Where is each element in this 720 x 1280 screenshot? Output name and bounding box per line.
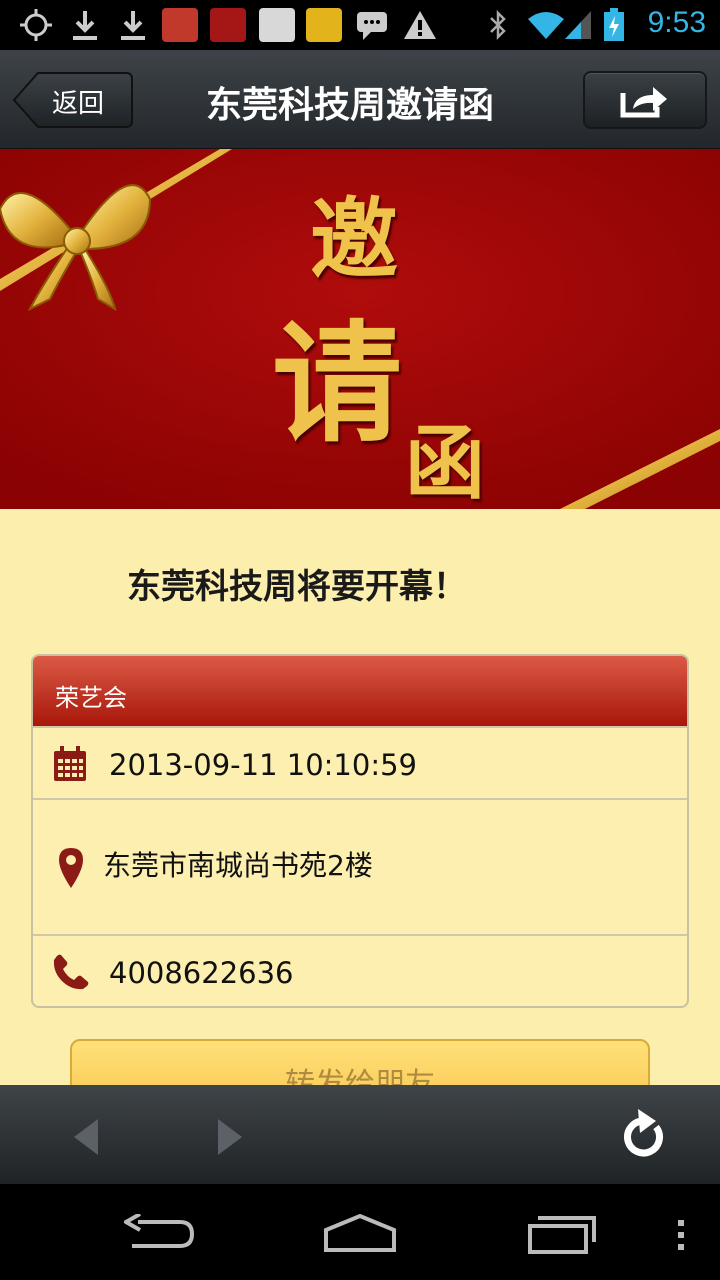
app-notification-icon bbox=[306, 8, 342, 42]
app-notification-icon bbox=[210, 8, 246, 42]
headline: 东莞科技周将要开幕！ bbox=[127, 567, 467, 607]
warning-icon bbox=[402, 9, 438, 41]
clock: 9:53 bbox=[647, 6, 706, 39]
organizer-header: 荣艺会 bbox=[33, 656, 687, 726]
banner-char-1: 邀 bbox=[310, 187, 399, 291]
phone-icon bbox=[53, 954, 89, 994]
back-label: 返回 bbox=[52, 89, 105, 119]
back-arrow-icon[interactable] bbox=[70, 1117, 102, 1161]
forward-to-friend-button[interactable]: 转发给朋友 bbox=[70, 1039, 650, 1085]
battery-icon bbox=[602, 8, 626, 41]
download-icon bbox=[118, 9, 148, 41]
wifi-icon bbox=[526, 9, 566, 41]
event-datetime: 2013-09-11 10:10:59 bbox=[109, 748, 417, 782]
app-notification-icon bbox=[162, 8, 198, 42]
address-row: 东莞市南城尚书苑2楼 bbox=[33, 798, 687, 934]
title-bar: 返回 东莞科技周邀请函 bbox=[0, 50, 720, 149]
status-bar: 9:53 bbox=[0, 0, 720, 50]
nav-recents-icon[interactable] bbox=[526, 1214, 598, 1258]
invitation-banner: 邀 请 函 bbox=[0, 149, 720, 509]
datetime-row: 2013-09-11 10:10:59 bbox=[33, 726, 687, 798]
share-button[interactable] bbox=[583, 71, 707, 129]
forward-label: 转发给朋友 bbox=[285, 1067, 435, 1085]
event-phone: 4008622636 bbox=[109, 956, 294, 990]
nav-home-icon[interactable] bbox=[322, 1213, 398, 1258]
download-icon bbox=[70, 9, 100, 41]
calendar-icon bbox=[53, 746, 87, 786]
system-nav-bar bbox=[0, 1184, 720, 1280]
page-title: 东莞科技周邀请函 bbox=[205, 85, 494, 126]
forward-arrow-icon[interactable] bbox=[214, 1117, 246, 1161]
chat-icon bbox=[354, 9, 390, 41]
banner-char-2: 请 bbox=[272, 307, 403, 460]
event-card: 荣艺会 2013-09-11 10:10:59 东莞市南城尚书苑2楼 40086… bbox=[31, 654, 689, 1008]
gps-icon bbox=[18, 9, 54, 41]
bluetooth-icon bbox=[486, 9, 510, 41]
invitation-content: 东莞科技周将要开幕！ 荣艺会 2013-09-11 10:10:59 东莞市南城… bbox=[0, 509, 720, 1085]
banner-char-3: 函 bbox=[405, 416, 485, 509]
event-address: 东莞市南城尚书苑2楼 bbox=[103, 849, 373, 882]
nav-menu-icon[interactable] bbox=[676, 1220, 686, 1254]
back-button[interactable]: 返回 bbox=[12, 71, 134, 129]
app-notification-icon bbox=[259, 8, 295, 42]
location-pin-icon bbox=[59, 848, 83, 892]
signal-icon bbox=[562, 9, 594, 41]
nav-back-icon[interactable] bbox=[121, 1212, 196, 1258]
share-icon bbox=[619, 83, 671, 123]
phone-row[interactable]: 4008622636 bbox=[33, 934, 687, 1006]
browser-toolbar bbox=[0, 1085, 720, 1184]
refresh-icon[interactable] bbox=[618, 1107, 670, 1165]
